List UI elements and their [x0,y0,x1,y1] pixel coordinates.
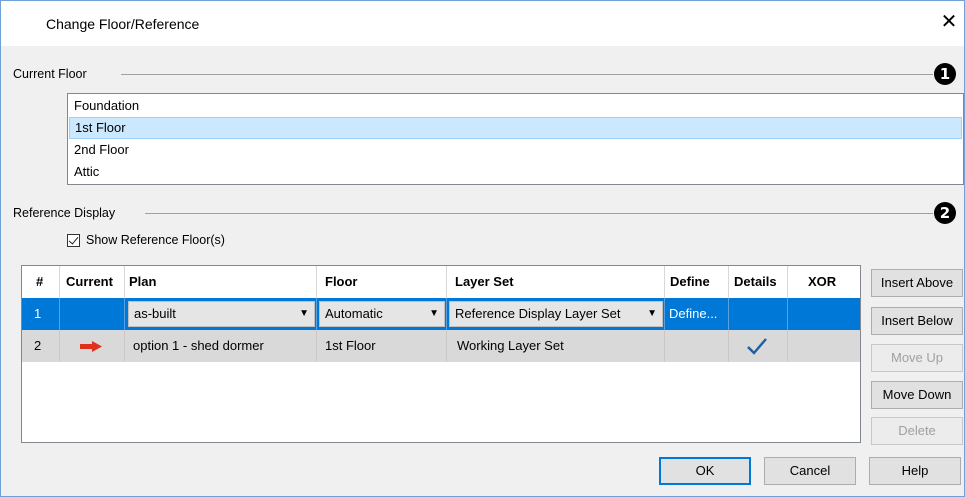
change-floor-reference-dialog: Change Floor/Reference ✕ Current Floor 1… [0,0,965,497]
floor-list-item-selected[interactable]: 1st Floor [69,117,962,139]
show-reference-floors-checkbox-row[interactable]: Show Reference Floor(s) [67,231,225,249]
row-current[interactable] [60,298,125,330]
move-up-button[interactable]: Move Up [871,344,963,372]
floor-list-item[interactable]: 2nd Floor [69,139,962,161]
column-header-number: # [22,266,60,298]
dialog-title: Change Floor/Reference [46,16,200,32]
table-row-selected[interactable]: 1 as-built ▼ Automatic ▼ Reference Displ… [22,298,860,330]
table-header: # Current Plan Floor Layer Set Define De… [22,266,860,298]
ok-button[interactable]: OK [659,457,751,485]
row-floor-cell[interactable]: Automatic ▼ [317,298,447,330]
reference-table: # Current Plan Floor Layer Set Define De… [21,265,861,443]
callout-2-icon: 2 [934,202,956,224]
help-button[interactable]: Help [869,457,961,485]
show-reference-floors-checkbox[interactable] [67,233,80,247]
plan-dropdown[interactable]: as-built ▼ [128,301,315,327]
row-xor[interactable] [788,330,860,362]
row-plan[interactable]: option 1 - shed dormer [125,330,317,362]
current-floor-divider [121,74,933,75]
row-number: 1 [22,298,60,330]
row-layer-set-cell[interactable]: Reference Display Layer Set ▼ [447,298,665,330]
layer-set-dropdown-value: Reference Display Layer Set [455,306,621,321]
column-header-define: Define [665,266,729,298]
move-down-button[interactable]: Move Down [871,381,963,409]
check-icon [747,338,767,355]
column-header-current: Current [60,266,125,298]
callout-1-icon: 1 [934,63,956,85]
current-floor-label: Current Floor [13,67,87,81]
row-current[interactable] [60,330,125,362]
show-reference-floors-label[interactable]: Show Reference Floor(s) [86,233,225,247]
chevron-down-icon: ▼ [647,308,657,319]
close-button[interactable]: ✕ [939,11,959,33]
layer-set-dropdown[interactable]: Reference Display Layer Set ▼ [449,301,663,327]
chevron-down-icon: ▼ [299,308,309,319]
column-header-xor: XOR [808,274,837,289]
floor-list-item[interactable]: Foundation [69,95,962,117]
table-row[interactable]: 2 option 1 - shed dormer 1st Floor Worki… [22,330,860,362]
column-header-plan: Plan [125,266,317,298]
floor-dropdown-value: Automatic [325,306,383,321]
row-plan-cell[interactable]: as-built ▼ [125,298,317,330]
row-xor[interactable] [788,298,860,330]
delete-button[interactable]: Delete [871,417,963,445]
row-details[interactable] [729,330,788,362]
row-layer-set[interactable]: Working Layer Set [447,330,665,362]
title-bar: Change Floor/Reference ✕ [1,1,964,46]
column-header-floor: Floor [317,266,447,298]
row-define[interactable] [665,330,729,362]
column-header-layer-set: Layer Set [447,266,665,298]
insert-above-button[interactable]: Insert Above [871,269,963,297]
plan-dropdown-value: as-built [134,306,176,321]
row-floor[interactable]: 1st Floor [317,330,447,362]
insert-below-button[interactable]: Insert Below [871,307,963,335]
row-details[interactable] [729,298,788,330]
reference-display-label: Reference Display [13,206,116,220]
column-header-details: Details [729,266,788,298]
floor-list-item[interactable]: Attic [69,161,962,183]
arrow-right-icon [80,341,102,352]
reference-display-divider [145,213,933,214]
floor-list[interactable]: Foundation 1st Floor 2nd Floor Attic [67,93,964,185]
row-number: 2 [22,330,60,362]
define-button[interactable]: Define... [665,298,729,330]
floor-dropdown[interactable]: Automatic ▼ [319,301,445,327]
cancel-button[interactable]: Cancel [764,457,856,485]
chevron-down-icon: ▼ [429,308,439,319]
